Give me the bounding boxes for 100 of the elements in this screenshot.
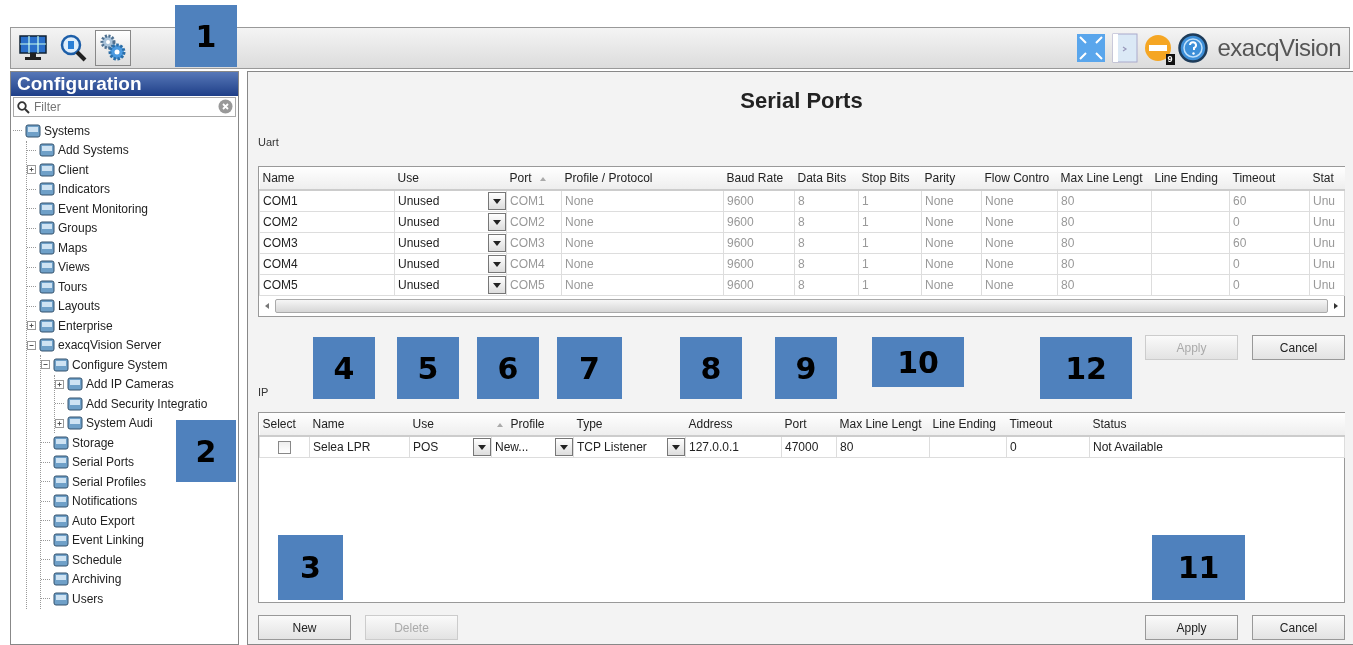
- table-cell: None: [985, 236, 1014, 250]
- dropdown-button[interactable]: [667, 438, 685, 456]
- callout-label: 10: [872, 337, 964, 387]
- filter-field[interactable]: Filter: [13, 97, 236, 117]
- table-cell: None: [925, 257, 954, 271]
- action-button[interactable]: New: [258, 615, 351, 640]
- tree-item[interactable]: Views: [58, 260, 90, 275]
- tree-item[interactable]: System Audi: [86, 416, 153, 431]
- table-cell: None: [565, 257, 594, 271]
- expand-icon[interactable]: [55, 418, 64, 428]
- tree-item-icon: [53, 512, 69, 529]
- table-cell: 80: [1061, 215, 1075, 229]
- fullscreen-icon[interactable]: [1075, 33, 1106, 63]
- tree-item[interactable]: Add IP Cameras: [86, 377, 174, 392]
- tree-item[interactable]: Enterprise: [58, 318, 113, 333]
- dropdown-button[interactable]: [473, 438, 491, 456]
- table-cell: 60: [1233, 236, 1247, 250]
- table-cell: 8: [798, 194, 805, 208]
- tree-item[interactable]: Serial Profiles: [72, 474, 147, 489]
- column-header[interactable]: Status: [1092, 417, 1127, 431]
- tree-item[interactable]: Maps: [58, 240, 88, 255]
- table-cell: Unu: [1313, 236, 1335, 250]
- tree-item[interactable]: Configure System: [72, 357, 168, 372]
- tree-item[interactable]: Schedule: [72, 552, 123, 567]
- tree-item[interactable]: Event Linking: [72, 533, 145, 548]
- tree-item[interactable]: Systems: [44, 123, 90, 138]
- dropdown-button[interactable]: [488, 255, 506, 273]
- table-cell: Unu: [1313, 215, 1335, 229]
- tree-item[interactable]: Indicators: [58, 182, 111, 197]
- tree-item[interactable]: Notifications: [72, 494, 138, 509]
- callout-label: 7: [557, 337, 622, 399]
- dropdown-button[interactable]: [555, 438, 573, 456]
- table-cell: 9600: [727, 257, 754, 271]
- dropdown-button[interactable]: [488, 234, 506, 252]
- tree-item[interactable]: Add Systems: [58, 143, 129, 158]
- table-cell: 8: [798, 236, 805, 250]
- expand-icon[interactable]: [27, 321, 36, 331]
- column-header[interactable]: Use: [397, 171, 419, 185]
- table-cell: 47000: [785, 440, 819, 454]
- table-cell: 1: [862, 278, 869, 292]
- table-cell: COM2: [510, 215, 545, 229]
- table-cell: Selea LPR: [313, 440, 371, 454]
- tree-item[interactable]: Auto Export: [72, 513, 135, 528]
- dropdown-button[interactable]: [488, 276, 506, 294]
- tree-item-icon: [25, 122, 41, 139]
- action-button[interactable]: Cancel: [1252, 335, 1345, 360]
- tree-item[interactable]: Archiving: [72, 572, 122, 587]
- tree-item[interactable]: Layouts: [58, 299, 101, 314]
- scroll-left-icon[interactable]: [263, 302, 271, 310]
- callout-label: 4: [313, 337, 375, 399]
- callout-label: 11: [1152, 535, 1245, 600]
- tree-item[interactable]: Client: [58, 162, 89, 177]
- collapse-icon[interactable]: [41, 360, 50, 370]
- table-cell: 8: [798, 257, 805, 271]
- tree-item[interactable]: Users: [72, 591, 104, 606]
- action-button[interactable]: Apply: [1145, 615, 1238, 640]
- table-cell: COM4: [510, 257, 545, 271]
- column-header[interactable]: Type: [576, 417, 603, 431]
- table-cell: COM4: [263, 257, 298, 271]
- checkbox[interactable]: [278, 440, 291, 454]
- help-icon[interactable]: [1177, 33, 1208, 63]
- tree-item[interactable]: Serial Ports: [72, 455, 135, 470]
- tree-item[interactable]: Add Security Integratio: [86, 396, 208, 411]
- tree-item[interactable]: Storage: [72, 435, 115, 450]
- tree-item[interactable]: exacqVision Server: [58, 338, 162, 353]
- tree-item-icon: [39, 259, 55, 276]
- table-cell: 60: [1233, 194, 1247, 208]
- status-icon[interactable]: 9: [1143, 34, 1172, 62]
- table-cell: 8: [798, 215, 805, 229]
- table-cell: None: [565, 236, 594, 250]
- table-cell: Unused: [398, 236, 440, 250]
- tree-item[interactable]: Event Monitoring: [58, 201, 149, 216]
- table-cell: None: [565, 278, 594, 292]
- table-cell: None: [925, 278, 954, 292]
- table-cell: None: [985, 257, 1014, 271]
- tree-item-icon: [53, 571, 69, 588]
- table-cell: 80: [1061, 236, 1075, 250]
- dropdown-button[interactable]: [488, 192, 506, 210]
- column-header[interactable]: Name: [262, 171, 295, 185]
- clear-icon[interactable]: [218, 99, 233, 114]
- tree-item[interactable]: Tours: [58, 279, 88, 294]
- callout-label: 5: [397, 337, 459, 399]
- tree-item[interactable]: Groups: [58, 221, 98, 236]
- expand-icon[interactable]: [55, 379, 64, 389]
- expand-icon[interactable]: [27, 165, 36, 175]
- dropdown-button[interactable]: [488, 213, 506, 231]
- table-cell: 1: [862, 194, 869, 208]
- callout-label: 8: [680, 337, 742, 399]
- collapse-icon[interactable]: [27, 340, 36, 350]
- table-cell: COM5: [510, 278, 545, 292]
- tree-item-icon: [67, 395, 83, 412]
- table-cell: None: [565, 215, 594, 229]
- table-cell: 8: [798, 278, 805, 292]
- table-cell: 0: [1233, 278, 1240, 292]
- action-button[interactable]: Cancel: [1252, 615, 1345, 640]
- tree-item-icon: [39, 200, 55, 217]
- tree-item-icon: [53, 551, 69, 568]
- scroll-right-icon[interactable]: [1332, 302, 1340, 310]
- column-header[interactable]: Use: [412, 417, 434, 431]
- column-header[interactable]: Name: [312, 417, 345, 431]
